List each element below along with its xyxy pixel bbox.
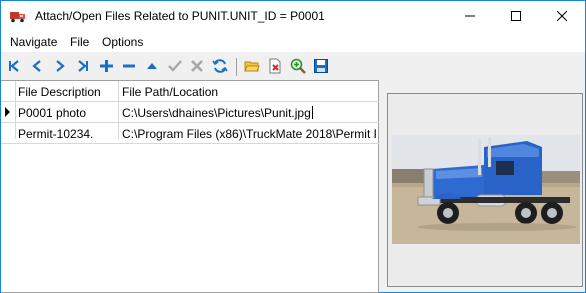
prior-record-button[interactable] <box>28 58 46 76</box>
cancel-edit-icon <box>190 59 204 76</box>
attachments-grid: File Description File Path/Location P000… <box>1 80 379 293</box>
next-record-icon <box>53 59 67 76</box>
save-icon <box>313 58 329 77</box>
last-record-icon <box>76 59 90 76</box>
close-button[interactable] <box>539 1 585 32</box>
menu-bar: Navigate File Options <box>1 32 585 52</box>
cell-file-path-editor[interactable]: C:\Users\dhaines\Pictures\Punit.jpg <box>122 106 376 120</box>
close-icon <box>556 10 568 24</box>
next-record-button[interactable] <box>51 58 69 76</box>
maximize-button[interactable] <box>493 1 539 32</box>
image-preview-panel <box>387 93 583 287</box>
menu-navigate[interactable]: Navigate <box>10 35 57 49</box>
insert-record-button[interactable] <box>97 58 115 76</box>
refresh-icon <box>212 58 228 77</box>
last-record-button[interactable] <box>74 58 92 76</box>
menu-options[interactable]: Options <box>102 35 143 49</box>
text-caret <box>311 106 313 119</box>
table-row[interactable]: Permit-10234. C:\Program Files (x86)\Tru… <box>1 123 379 144</box>
toolbar-separator <box>236 58 237 76</box>
cancel-edit-button[interactable] <box>188 58 206 76</box>
cell-file-description[interactable]: P0001 photo <box>18 106 116 120</box>
cell-file-path[interactable]: C:\Program Files (x86)\TruckMate 2018\Pe… <box>122 127 376 141</box>
title-bar[interactable]: Attach/Open Files Related to PUNIT.UNIT_… <box>1 1 585 32</box>
zoom-icon <box>290 58 306 77</box>
maximize-icon <box>511 10 521 24</box>
minimize-icon <box>465 10 475 24</box>
post-edit-icon <box>168 59 182 76</box>
cell-file-description[interactable]: Permit-10234. <box>18 127 116 141</box>
save-button[interactable] <box>312 58 330 76</box>
toolbar <box>1 54 585 80</box>
edit-record-icon <box>145 59 159 76</box>
delete-record-icon <box>122 59 136 76</box>
post-edit-button[interactable] <box>166 58 184 76</box>
zoom-button[interactable] <box>289 58 307 76</box>
remove-file-icon <box>267 58 283 77</box>
delete-record-button[interactable] <box>120 58 138 76</box>
remove-file-button[interactable] <box>266 58 284 76</box>
prior-record-icon <box>30 59 44 76</box>
current-row-indicator-icon <box>5 107 10 117</box>
open-folder-button[interactable] <box>243 58 261 76</box>
truck-photo <box>392 135 580 244</box>
edit-record-button[interactable] <box>143 58 161 76</box>
table-row[interactable]: P0001 photo C:\Users\dhaines\Pictures\Pu… <box>1 102 379 123</box>
insert-record-icon <box>99 59 113 76</box>
column-header-file-path[interactable]: File Path/Location <box>122 85 218 99</box>
minimize-button[interactable] <box>447 1 493 32</box>
truck-app-icon <box>9 8 27 24</box>
open-folder-icon <box>244 58 260 77</box>
refresh-button[interactable] <box>211 58 229 76</box>
menu-file[interactable]: File <box>70 35 89 49</box>
cell-file-path[interactable]: C:\Users\dhaines\Pictures\Punit.jpg <box>122 106 311 120</box>
window-title: Attach/Open Files Related to PUNIT.UNIT_… <box>35 9 325 23</box>
first-record-button[interactable] <box>5 58 23 76</box>
attach-files-window: Attach/Open Files Related to PUNIT.UNIT_… <box>0 0 586 293</box>
column-header-file-description[interactable]: File Description <box>18 85 101 99</box>
first-record-icon <box>7 59 21 76</box>
grid-header: File Description File Path/Location <box>1 81 379 102</box>
